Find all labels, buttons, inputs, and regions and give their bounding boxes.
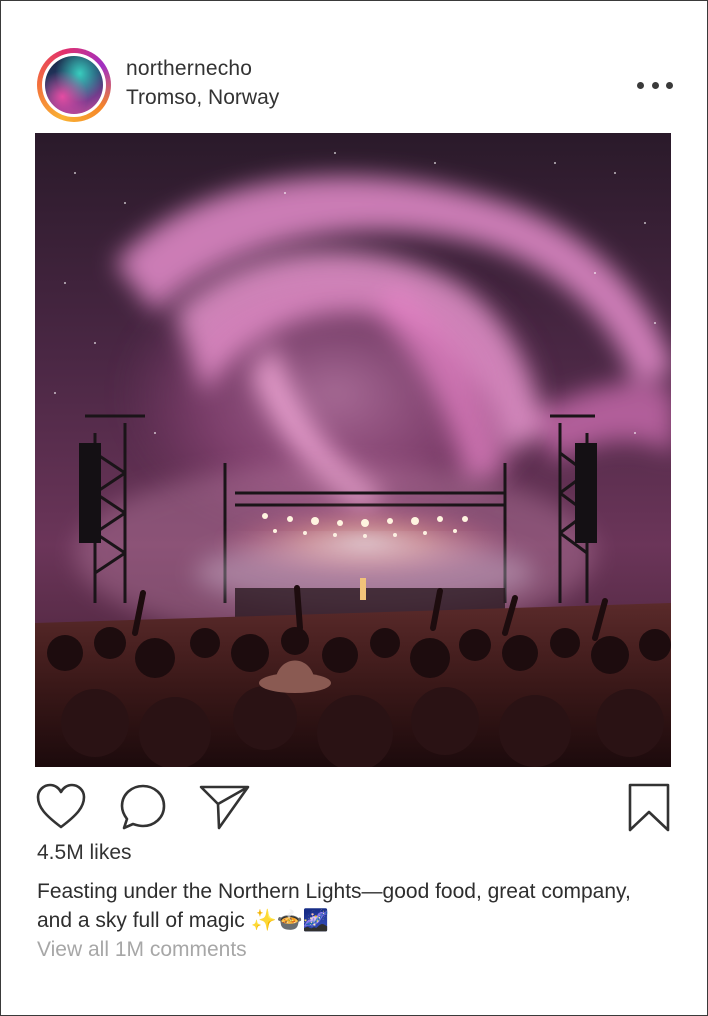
avatar-image [45,56,103,114]
post-header: northernecho Tromso, Norway [37,48,677,122]
view-comments-link[interactable]: View all 1M comments [37,938,247,962]
like-count[interactable]: 4.5M likes [37,841,132,865]
paper-plane-icon[interactable] [199,783,251,831]
avatar-ring-gap [42,53,106,117]
concert-aurora-photo [35,133,671,767]
heart-icon[interactable] [35,783,87,831]
more-options-icon[interactable] [637,78,673,92]
more-dot [637,81,644,89]
action-bar [35,783,675,835]
more-dot [651,81,659,89]
post-image[interactable] [35,133,671,767]
location[interactable]: Tromso, Norway [126,86,279,110]
avatar[interactable] [37,48,111,122]
username[interactable]: northernecho [126,57,252,81]
bookmark-icon[interactable] [627,783,671,833]
more-dot [666,81,673,89]
post-card: northernecho Tromso, Norway 4.5M likes F… [0,0,708,1016]
post-caption: Feasting under the Northern Lights—good … [37,880,631,932]
comment-bubble-icon[interactable] [119,783,167,831]
